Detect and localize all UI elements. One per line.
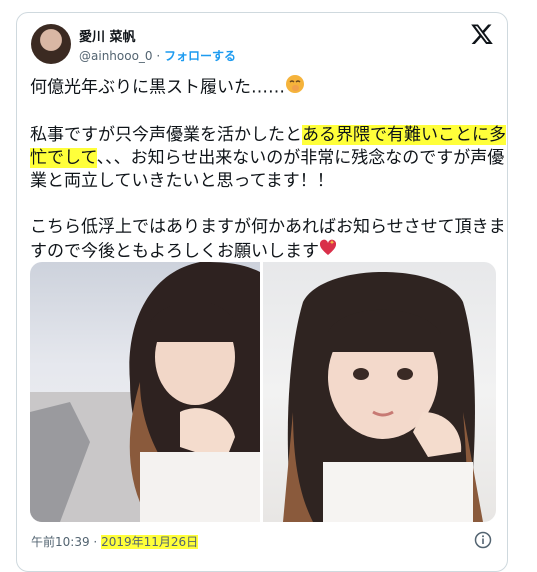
text-line1: 何億光年ぶりに黒スト履いた…… (30, 77, 285, 98)
handle-row: @ainhooo_0 · フォローする (79, 47, 236, 64)
info-icon[interactable] (474, 531, 492, 549)
media-grid (30, 262, 496, 522)
avatar[interactable] (31, 24, 71, 64)
separator: · (156, 49, 161, 63)
handle[interactable]: @ainhooo_0 (79, 49, 153, 63)
sparkling-heart-emoji (319, 239, 337, 264)
text-p2-post: 、、、お知らせ出来ないのが非常に残念なのですが声優業と両立していきたいと思ってま… (30, 148, 505, 191)
x-logo-icon[interactable] (470, 22, 494, 46)
tweet-date[interactable]: 2019年11月26日 (101, 535, 199, 549)
tweet-text: 何億光年ぶりに黒スト履いた…… 私事ですが只今声優業を活かしたとある界隈で有難い… (30, 74, 510, 264)
follow-button[interactable]: フォローする (164, 49, 236, 63)
tweet-footer: 午前10:39 · 2019年11月26日 (31, 533, 199, 550)
display-name[interactable]: 愛川 菜帆 (79, 26, 136, 45)
photo-1[interactable] (30, 262, 260, 522)
footer-separator: · (93, 535, 98, 549)
text-p3: こちら低浮上ではありますが何かあればお知らせさせて頂きますので今後ともよろしくお… (30, 217, 506, 262)
photo-2[interactable] (263, 262, 496, 522)
hush-face-emoji (285, 74, 305, 101)
tweet-time[interactable]: 午前10:39 (31, 535, 90, 549)
text-p2-pre: 私事ですが只今声優業を活かしたと (30, 125, 302, 145)
